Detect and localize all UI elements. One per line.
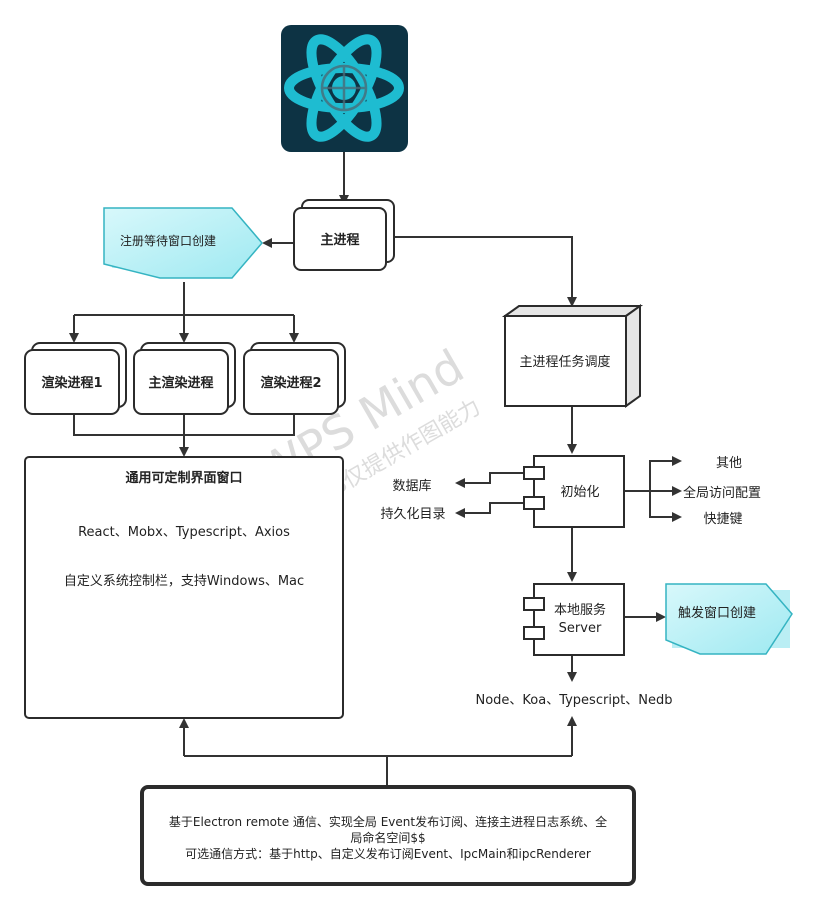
server-port-top [523, 597, 545, 611]
init-label: 初始化 [560, 485, 599, 500]
main-render-process-label: 主渲染进程 [148, 375, 213, 391]
init-node: 初始化 [523, 455, 625, 528]
global-config-label: 全局访问配置 [683, 485, 761, 501]
edge-main-to-scheduler [394, 236, 577, 307]
local-server-label-line1: 本地服务 [554, 602, 606, 618]
local-server-node: 本地服务 Server [523, 583, 625, 656]
other-label: 其他 [716, 456, 742, 471]
server-port-bottom [523, 626, 545, 640]
persist-dir-label: 持久化目录 [380, 507, 445, 522]
local-server-label-line2: Server [559, 621, 602, 636]
general-window-tech: React、Mobx、Typescript、Axios [78, 525, 290, 540]
main-process-label: 主进程 [320, 232, 359, 248]
init-port-bottom [523, 496, 545, 510]
register-wait-callout: 注册等待窗口创建 [103, 207, 263, 279]
main-render-process-node: 主渲染进程 [133, 342, 236, 415]
communication-line-1: 基于Electron remote 通信、实现全局 Event发布订阅、连接主进… [169, 814, 607, 829]
communication-box: 基于Electron remote 通信、实现全局 Event发布订阅、连接主进… [140, 785, 636, 886]
general-window-node: 通用可定制界面窗口 React、Mobx、Typescript、Axios 自定… [24, 456, 344, 719]
render-process-2-node: 渲染进程2 [243, 342, 346, 415]
general-window-title: 通用可定制界面窗口 [125, 470, 242, 486]
edge-init-to-database [455, 472, 524, 488]
register-wait-label: 注册等待窗口创建 [120, 233, 216, 248]
render-process-2-label: 渲染进程2 [260, 375, 321, 391]
edge-init-to-persist [455, 502, 524, 518]
init-port-top [523, 466, 545, 480]
general-window-feature: 自定义系统控制栏，支持Windows、Mac [64, 574, 304, 589]
main-process-node: 主进程 [293, 199, 395, 271]
database-label: 数据库 [392, 478, 431, 494]
react-logo-icon [281, 25, 408, 152]
task-scheduler-node: 主进程任务调度 [501, 304, 644, 408]
edge-to-other [649, 456, 682, 491]
task-scheduler-label: 主进程任务调度 [519, 354, 610, 370]
shortcut-label: 快捷键 [703, 512, 742, 527]
trigger-window-callout: 触发窗口创建 [665, 583, 793, 655]
render-process-1-node: 渲染进程1 [24, 342, 127, 415]
trigger-window-label: 触发窗口创建 [678, 605, 756, 621]
communication-line-3: 可选通信方式：基于http、自定义发布订阅Event、IpcMain和ipcRe… [185, 846, 591, 861]
edge-to-shortcut [649, 491, 682, 522]
communication-line-2: 局命名空间$$ [350, 830, 425, 845]
render-process-1-label: 渲染进程1 [41, 375, 102, 391]
server-tech-label: Node、Koa、Typescript、Nedb [475, 693, 672, 708]
diagram-canvas: WPS Mind WPS仅提供作图能力 主进程 注册等待窗口创建 渲染进程1 主… [24, 25, 793, 886]
